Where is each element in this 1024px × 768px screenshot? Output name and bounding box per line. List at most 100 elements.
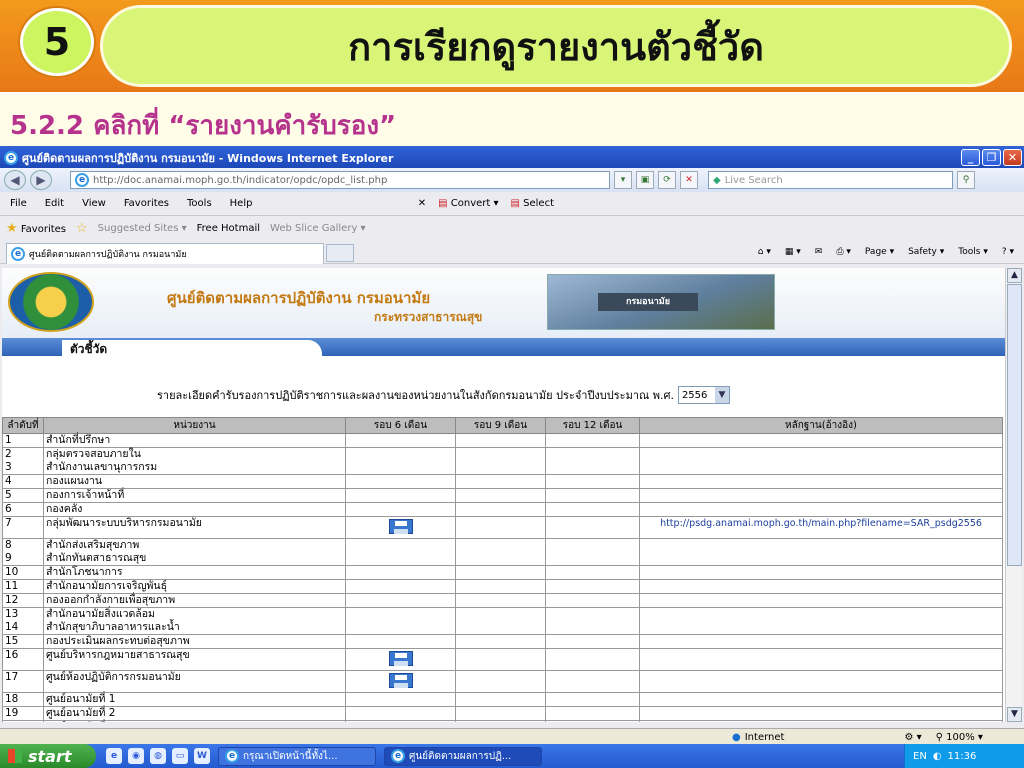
free-hotmail-link[interactable]: Free Hotmail	[197, 223, 260, 234]
protected-mode-icon[interactable]: ⚙ ▾	[904, 732, 921, 743]
mail-icon[interactable]: ✉	[815, 247, 823, 257]
cell-6-months	[345, 593, 456, 608]
row-unit: กองคลัง	[43, 502, 346, 517]
report-heading-text: รายละเอียดคำรับรองการปฏิบัติราชการและผลง…	[157, 389, 674, 402]
site-title: ศูนย์ติดตามผลการปฏิบัติงาน กรมอนามัย	[167, 289, 431, 307]
vertical-scrollbar[interactable]: ▲ ▼	[1005, 268, 1022, 722]
row-number: 19	[2, 706, 44, 721]
save-report-icon[interactable]	[388, 519, 413, 534]
home-icon[interactable]: ⌂ ▾	[758, 247, 771, 257]
refresh-button[interactable]: ⟳	[658, 171, 676, 189]
row-unit: กองออกกำลังกายเพื่อสุขภาพ	[43, 593, 346, 608]
menu-file[interactable]: File	[10, 198, 27, 209]
site-header: ศูนย์ติดตามผลการปฏิบัติงาน กรมอนามัย กระ…	[2, 268, 1005, 338]
scroll-up-button[interactable]: ▲	[1007, 268, 1022, 283]
save-report-icon[interactable]	[388, 651, 413, 666]
page-menu[interactable]: Page ▾	[865, 247, 894, 257]
favorites-bar: ★ Favorites ☆ Suggested Sites ▾ Free Hot…	[0, 216, 1024, 240]
feeds-icon[interactable]: ▦ ▾	[785, 247, 801, 257]
table-row: 8 9 สำนักส่งเสริมสุขภาพ สำนักทันตสาธารณสุ…	[2, 538, 1003, 566]
print-icon[interactable]: ⎙ ▾	[836, 247, 851, 257]
compatibility-icon[interactable]: ▣	[636, 171, 654, 189]
start-button[interactable]: start	[0, 744, 96, 768]
row-number: 11	[2, 579, 44, 594]
cell-9-months	[455, 692, 546, 707]
menu-help[interactable]: Help	[230, 198, 253, 209]
media-quicklaunch-icon[interactable]: ◉	[128, 748, 144, 764]
select-icon: ▤	[510, 198, 520, 209]
status-bar: ● Internet ⚙ ▾ ⚲ 100% ▾	[0, 728, 1024, 745]
app-quicklaunch-icon[interactable]: ◍	[150, 748, 166, 764]
row-number: 2 3	[2, 447, 44, 475]
tray-icon[interactable]: ◐	[933, 751, 942, 762]
row-unit: สำนักอนามัยการเจริญพันธุ์	[43, 579, 346, 594]
taskbar-item-2[interactable]: e ศูนย์ติดตามผลการปฏิ...	[384, 746, 542, 766]
select-label: Select	[523, 198, 554, 209]
close-button[interactable]: ✕	[1003, 149, 1022, 166]
row-unit: กลุ่มพัฒนาระบบบริหารกรมอนามัย	[43, 516, 346, 539]
search-input[interactable]: ◆ Live Search	[708, 171, 953, 189]
url-text: http://doc.anamai.moph.go.th/indicator/o…	[93, 174, 388, 186]
web-slice-gallery-link[interactable]: Web Slice Gallery ▾	[270, 223, 366, 234]
favorites-button[interactable]: ★ Favorites	[6, 221, 66, 236]
safety-menu[interactable]: Safety ▾	[908, 247, 944, 257]
cell-evidence	[639, 579, 1003, 594]
stop-button[interactable]: ✕	[680, 171, 698, 189]
menu-tools[interactable]: Tools	[187, 198, 212, 209]
search-button[interactable]: ⚲	[957, 171, 975, 189]
back-button[interactable]: ◀	[4, 170, 26, 190]
windows-flag-icon	[8, 749, 22, 763]
language-indicator[interactable]: EN	[913, 751, 927, 762]
task-label-2: ศูนย์ติดตามผลการปฏิ...	[409, 750, 512, 762]
tools-menu[interactable]: Tools ▾	[958, 247, 988, 257]
convert-button[interactable]: ▤ Convert ▾	[438, 198, 498, 209]
cell-12-months	[545, 706, 640, 721]
cell-9-months	[455, 706, 546, 721]
year-dropdown-icon: ▼	[714, 387, 729, 403]
save-report-icon[interactable]	[388, 673, 413, 688]
restore-button[interactable]: ❐	[982, 149, 1001, 166]
address-dropdown-button[interactable]: ▾	[614, 171, 632, 189]
cell-evidence[interactable]: http://psdg.anamai.moph.go.th/main.php?f…	[639, 516, 1003, 539]
scroll-down-button[interactable]: ▼	[1007, 707, 1022, 722]
command-bar: ⌂ ▾ ▦ ▾ ✉ ⎙ ▾ Page ▾ Safety ▾ Tools ▾ ? …	[758, 247, 1024, 257]
toolbar-close-icon[interactable]: ✕	[418, 198, 426, 209]
table-row: 11 สำนักอนามัยการเจริญพันธุ์	[2, 579, 1003, 594]
row-number: 1	[2, 433, 44, 448]
cell-9-months	[455, 720, 546, 722]
cell-9-months	[455, 516, 546, 539]
table-row: 13 14 สำนักอนามัยสิ่งแวดล้อม สำนักสุขาภิบ…	[2, 607, 1003, 635]
ie-quicklaunch-icon[interactable]: e	[106, 748, 122, 764]
cell-evidence	[639, 720, 1003, 722]
col-header-unit: หน่วยงาน	[43, 417, 346, 434]
year-select[interactable]: 2556 ▼	[677, 386, 730, 404]
taskbar-item-1[interactable]: e กรุณาเปิดหน้านี้ทั้งไ...	[218, 746, 376, 766]
cell-12-months	[545, 579, 640, 594]
scroll-thumb[interactable]	[1007, 284, 1022, 566]
address-bar[interactable]: e http://doc.anamai.moph.go.th/indicator…	[70, 171, 610, 189]
select-button[interactable]: ▤ Select	[511, 198, 555, 209]
col-header-6-months: รอบ 6 เดือน	[345, 417, 456, 434]
new-tab-button[interactable]	[326, 244, 354, 262]
zoom-control[interactable]: ⚲ 100% ▾	[936, 732, 983, 743]
col-header-9-months: รอบ 9 เดือน	[455, 417, 546, 434]
desktop-quicklaunch-icon[interactable]: ▭	[172, 748, 188, 764]
menu-edit[interactable]: Edit	[45, 198, 64, 209]
forward-button[interactable]: ▶	[30, 170, 52, 190]
suggested-sites-link[interactable]: Suggested Sites ▾	[98, 223, 187, 234]
menu-bar: File Edit View Favorites Tools Help ✕ ▤ …	[0, 192, 1024, 216]
word-quicklaunch-icon[interactable]: W	[194, 748, 210, 764]
row-unit: ศูนย์อนามัยที่ 1	[43, 692, 346, 707]
add-favorites-icon[interactable]: ☆	[76, 221, 88, 236]
page-icon: e	[75, 173, 89, 187]
row-number: 15	[2, 634, 44, 649]
help-icon[interactable]: ? ▾	[1002, 247, 1014, 257]
menu-view[interactable]: View	[82, 198, 106, 209]
minimize-button[interactable]: _	[961, 149, 980, 166]
row-number: 20	[2, 720, 44, 722]
row-unit: กองการเจ้าหน้าที่	[43, 488, 346, 503]
browser-tab[interactable]: e ศูนย์ติดตามผลการปฏิบัติงาน กรมอนามัย	[6, 242, 324, 264]
menu-favorites[interactable]: Favorites	[124, 198, 169, 209]
indicator-nav-tab[interactable]: ตัวชี้วัด	[62, 340, 322, 358]
pdf-toolbar: ✕ ▤ Convert ▾ ▤ Select	[418, 198, 554, 209]
